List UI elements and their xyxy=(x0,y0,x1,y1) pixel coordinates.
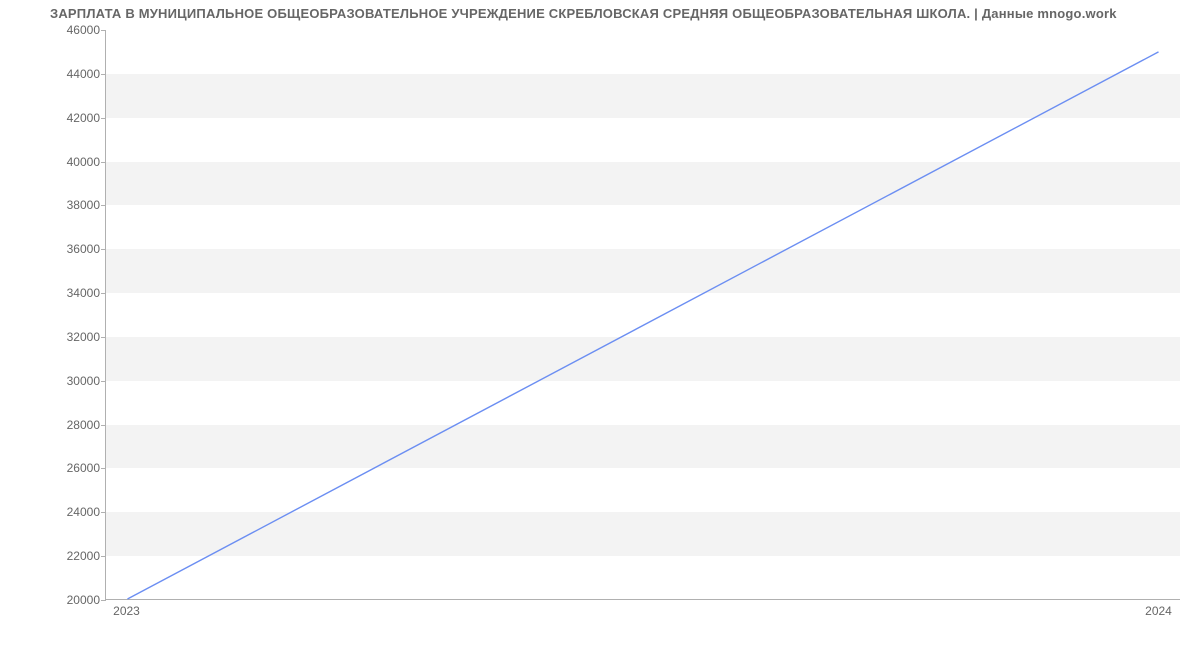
y-tick-mark xyxy=(101,249,106,250)
x-tick-label: 2024 xyxy=(1145,604,1172,618)
y-tick-mark xyxy=(101,425,106,426)
y-tick-mark xyxy=(101,468,106,469)
y-tick-label: 40000 xyxy=(40,155,100,169)
line-layer xyxy=(106,30,1180,599)
y-tick-mark xyxy=(101,162,106,163)
y-tick-label: 26000 xyxy=(40,461,100,475)
y-tick-label: 28000 xyxy=(40,418,100,432)
y-tick-label: 38000 xyxy=(40,198,100,212)
y-tick-label: 22000 xyxy=(40,549,100,563)
x-tick-label: 2023 xyxy=(113,604,140,618)
y-tick-mark xyxy=(101,556,106,557)
y-tick-mark xyxy=(101,205,106,206)
series-line xyxy=(127,52,1158,599)
y-tick-mark xyxy=(101,30,106,31)
y-tick-mark xyxy=(101,118,106,119)
y-tick-label: 24000 xyxy=(40,505,100,519)
y-tick-mark xyxy=(101,381,106,382)
y-tick-label: 34000 xyxy=(40,286,100,300)
y-tick-label: 44000 xyxy=(40,67,100,81)
y-tick-label: 36000 xyxy=(40,242,100,256)
y-tick-mark xyxy=(101,337,106,338)
y-tick-label: 30000 xyxy=(40,374,100,388)
y-tick-label: 42000 xyxy=(40,111,100,125)
chart-title: ЗАРПЛАТА В МУНИЦИПАЛЬНОЕ ОБЩЕОБРАЗОВАТЕЛ… xyxy=(50,6,1117,21)
plot-area xyxy=(105,30,1180,600)
y-tick-mark xyxy=(101,512,106,513)
y-tick-label: 20000 xyxy=(40,593,100,607)
y-tick-mark xyxy=(101,293,106,294)
salary-line-chart: ЗАРПЛАТА В МУНИЦИПАЛЬНОЕ ОБЩЕОБРАЗОВАТЕЛ… xyxy=(0,0,1200,650)
y-tick-mark xyxy=(101,74,106,75)
y-tick-label: 46000 xyxy=(40,23,100,37)
y-tick-mark xyxy=(101,600,106,601)
y-tick-label: 32000 xyxy=(40,330,100,344)
